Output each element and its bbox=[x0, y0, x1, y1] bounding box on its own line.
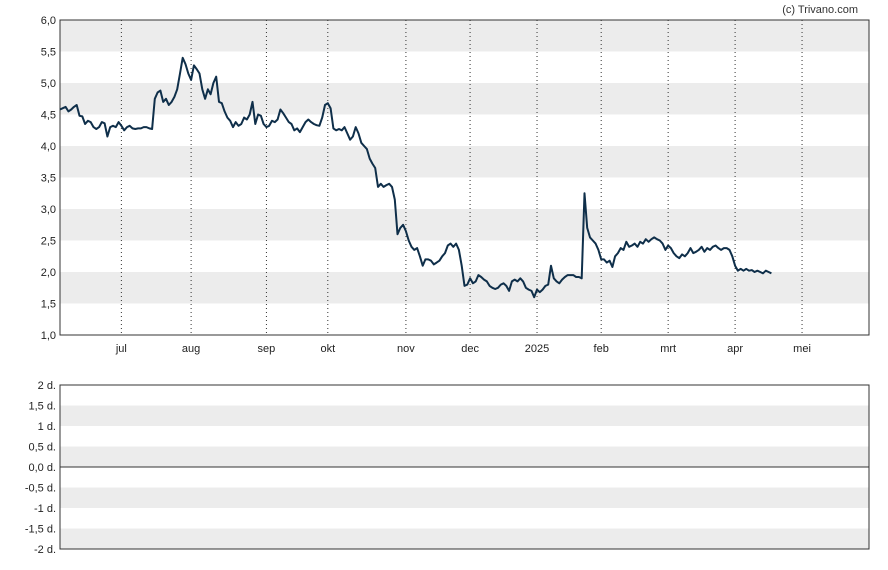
chart-root: 1,0 1,5 2,0 2,5 3,0 3,5 4,0 4,5 5,0 5,5 6,0 -2 d. -1… bbox=[0, 0, 888, 565]
chart-svg: 1,0 1,5 2,0 2,5 3,0 3,5 4,0 4,5 5,0 5,5 6,0 -2 d. -1… bbox=[25, 4, 870, 556]
price-band bbox=[60, 83, 869, 115]
y-tick-label: 4,0 bbox=[41, 141, 56, 153]
x-tick-label: feb bbox=[594, 343, 609, 355]
price-band bbox=[60, 209, 869, 241]
lower-y-tick-label: -0,5 d. bbox=[25, 483, 56, 495]
x-tick-label: mei bbox=[793, 343, 811, 355]
y-tick-label: 2,0 bbox=[41, 267, 56, 279]
y-axis-labels: 1,0 1,5 2,0 2,5 3,0 3,5 4,0 4,5 5,0 5,5 6,0 -2 d. -1… bbox=[25, 15, 56, 556]
y-tick-label: 3,0 bbox=[41, 204, 56, 216]
x-tick-label: 2025 bbox=[525, 343, 549, 355]
lower-y-tick-label: 0,5 d. bbox=[28, 442, 56, 454]
lower-band bbox=[60, 487, 869, 508]
lower-y-tick-label: 0,0 d. bbox=[28, 462, 56, 474]
y-tick-label: 3,5 bbox=[41, 173, 56, 185]
price-band bbox=[60, 272, 869, 304]
x-tick-label: nov bbox=[397, 343, 415, 355]
lower-y-tick-label: 1,5 d. bbox=[28, 401, 56, 413]
lower-band bbox=[60, 528, 869, 549]
price-band bbox=[60, 20, 869, 52]
y-tick-label: 6,0 bbox=[41, 15, 56, 27]
lower-y-tick-label: -1,5 d. bbox=[25, 524, 56, 536]
x-tick-label: jul bbox=[115, 343, 127, 355]
x-tick-label: aug bbox=[182, 343, 200, 355]
y-tick-label: 1,0 bbox=[41, 330, 56, 342]
y-tick-label: 5,5 bbox=[41, 47, 56, 59]
x-tick-label: sep bbox=[258, 343, 276, 355]
x-tick-label: apr bbox=[727, 343, 743, 355]
price-band bbox=[60, 146, 869, 178]
lower-band bbox=[60, 405, 869, 426]
y-tick-label: 4,5 bbox=[41, 110, 56, 122]
x-tick-label: okt bbox=[320, 343, 335, 355]
credit-text: (c) Trivano.com bbox=[782, 4, 858, 16]
x-tick-label: mrt bbox=[660, 343, 676, 355]
lower-y-tick-label: -1 d. bbox=[34, 503, 56, 515]
x-tick-label: dec bbox=[461, 343, 479, 355]
y-tick-label: 5,0 bbox=[41, 78, 56, 90]
lower-band bbox=[60, 446, 869, 467]
x-axis-labels: jul aug sep okt nov dec 2025 feb mrt apr mei bbox=[115, 343, 811, 355]
y-tick-label: 1,5 bbox=[41, 299, 56, 311]
lower-y-tick-label: -2 d. bbox=[34, 544, 56, 556]
lower-y-tick-label: 1 d. bbox=[38, 421, 56, 433]
lower-y-tick-label: 2 d. bbox=[38, 380, 56, 392]
y-tick-label: 2,5 bbox=[41, 236, 56, 248]
